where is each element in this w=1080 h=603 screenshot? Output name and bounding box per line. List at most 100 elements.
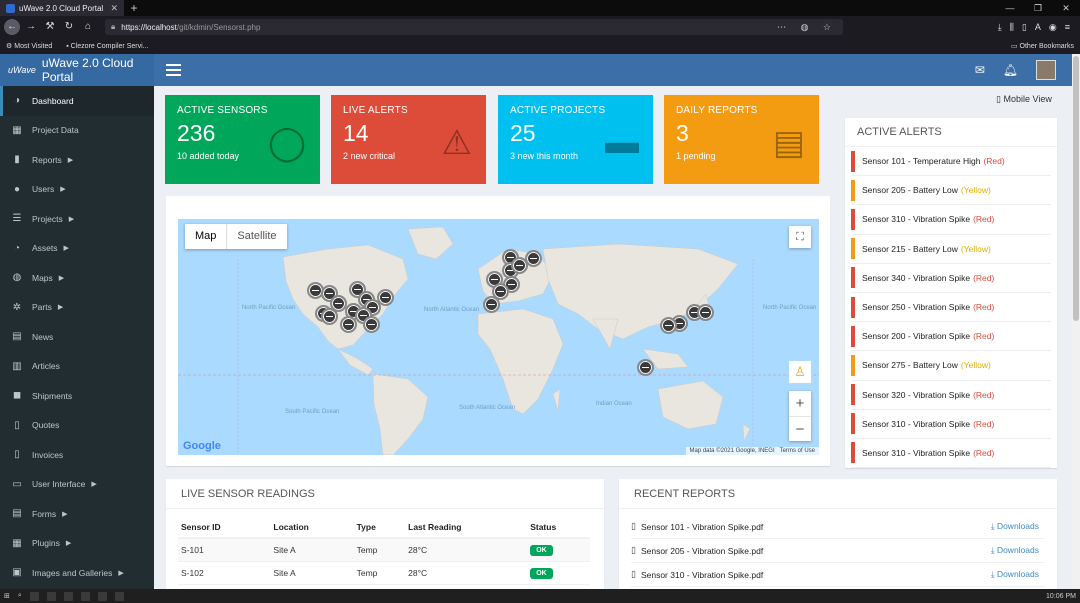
hamburger-menu-icon[interactable] [166, 61, 181, 79]
street-view-icon[interactable]: ♙ [789, 361, 811, 383]
sidebar-item-articles[interactable]: ▥ Articles [0, 352, 154, 382]
taskbar-app-icon[interactable] [97, 591, 107, 601]
bookmark-most-visited[interactable]: ⚙ Most Visited [6, 42, 52, 50]
chevron-right-icon: ▶ [60, 186, 66, 194]
stat-active-sensors[interactable]: ACTIVE SENSORS 236 10 added today ◯ [165, 95, 320, 184]
address-bar[interactable]: 🔒︎ https://localhost /git/kdmin/Sensorst… [105, 19, 843, 35]
bookmark-other[interactable]: ▭ Other Bookmarks [1011, 42, 1074, 50]
sidebar-item-plugins[interactable]: ▦ Plugins ▶ [0, 529, 154, 559]
close-tab-icon[interactable]: ✕ [110, 3, 118, 14]
forward-icon[interactable]: → [23, 19, 39, 35]
taskbar-app-icon[interactable] [46, 591, 56, 601]
map-tab[interactable]: Map [185, 224, 226, 249]
sidebar-item-images-and-galleries[interactable]: ▣ Images and Galleries ▶ [0, 558, 154, 588]
alert-item[interactable]: Sensor 320 - Vibration Spike (Red) [851, 381, 1051, 410]
stat-live-alerts[interactable]: LIVE ALERTS 14 2 new critical ⚠ [331, 95, 486, 184]
zoom-in-button[interactable]: + [789, 391, 811, 416]
satellite-tab[interactable]: Satellite [226, 224, 286, 249]
sidebar-toggle-icon[interactable]: ▯ [1022, 22, 1027, 33]
download-link[interactable]: ⤓ Downloads [991, 521, 1039, 532]
sidebar-item-projects[interactable]: ☰ Projects ▶ [0, 204, 154, 234]
map-terms-link[interactable]: Terms of Use [780, 448, 815, 454]
column-header[interactable]: Type [353, 516, 406, 539]
address-bar-actions-icon[interactable]: ⋯ ◍ ☆ [777, 22, 837, 33]
app-logo[interactable]: uWave uWave 2.0 Cloud Portal [0, 54, 154, 86]
alert-item[interactable]: Sensor 310 - Vibration Spike (Red) [851, 439, 1051, 469]
sidebar-item-dashboard[interactable]: ◑ Dashboard [0, 86, 154, 116]
report-filename[interactable]: Sensor 205 - Vibration Spike.pdf [641, 546, 763, 556]
table-row[interactable]: S-102 Site A Temp 28°C OK [178, 561, 590, 585]
sidebar-item-quotes[interactable]: ▯ Quotes [0, 411, 154, 441]
taskbar-app-icon[interactable] [80, 591, 90, 601]
maximize-icon[interactable]: ❐ [1024, 3, 1052, 14]
zoom-out-button[interactable]: − [789, 416, 811, 441]
download-link[interactable]: ⤓ Downloads [991, 545, 1039, 556]
map-sensor-pin[interactable] [660, 317, 677, 334]
sidebar-item-news[interactable]: ▤ News [0, 322, 154, 352]
alert-item[interactable]: Sensor 215 - Battery Low (Yellow) [851, 235, 1051, 264]
menu-icon[interactable]: ≡ [1065, 22, 1070, 33]
map-sensor-pin[interactable] [363, 316, 380, 333]
windows-start-icon[interactable]: ⊞ [4, 592, 10, 600]
new-tab-button[interactable]: + [124, 1, 144, 15]
minimize-icon[interactable]: — [996, 3, 1024, 14]
reload-icon[interactable]: ↻ [61, 19, 77, 35]
map-sensor-pin[interactable] [511, 257, 528, 274]
sidebar-item-maps[interactable]: ◍ Maps ▶ [0, 263, 154, 293]
library-icon[interactable]: ⫼ [1010, 22, 1014, 33]
sidebar-item-parts[interactable]: ✲ Parts ▶ [0, 293, 154, 323]
column-header[interactable]: Location [270, 516, 354, 539]
sidebar-item-assets[interactable]: ◔ Assets ▶ [0, 234, 154, 264]
sidebar-item-invoices[interactable]: ▯ Invoices [0, 440, 154, 470]
alert-item[interactable]: Sensor 275 - Battery Low (Yellow) [851, 351, 1051, 381]
browser-tab[interactable]: uWave 2.0 Cloud Portal ✕ [0, 0, 124, 16]
alert-item[interactable]: Sensor 310 - Vibration Spike (Red) [851, 205, 1051, 235]
map-sensor-pin[interactable] [637, 359, 654, 376]
download-link[interactable]: ⤓ Downloads [991, 569, 1039, 580]
account-icon[interactable]: ◉ [1049, 22, 1057, 33]
bookmark-clezore[interactable]: ▪ Clezore Compiler Servi... [66, 43, 148, 50]
pdf-icon[interactable]: A [1035, 22, 1041, 33]
column-header[interactable]: Last Reading [405, 516, 528, 539]
tools-icon[interactable]: ⚒ [42, 19, 58, 35]
sidebar-item-forms[interactable]: ▤ Forms ▶ [0, 499, 154, 529]
search-icon[interactable]: ⌕ [18, 592, 22, 600]
alert-item[interactable]: Sensor 310 - Vibration Spike (Red) [851, 410, 1051, 439]
alert-item[interactable]: Sensor 250 - Vibration Spike (Red) [851, 293, 1051, 323]
taskbar-app-icon[interactable] [114, 591, 124, 601]
map-sensor-pin[interactable] [321, 308, 338, 325]
fullscreen-icon[interactable]: ⛶ [789, 226, 811, 248]
envelope-icon[interactable]: ✉ [975, 63, 985, 77]
page-scrollbar[interactable] [1072, 54, 1080, 589]
map-sensor-pin[interactable] [340, 316, 357, 333]
table-row[interactable]: S-101 Site A Temp 28°C OK [178, 538, 590, 562]
stat-active-projects[interactable]: ACTIVE PROJECTS 25 3 new this month ▬ [498, 95, 653, 184]
clock[interactable]: 10:06 PM [1046, 593, 1076, 600]
mobile-view-link[interactable]: ▯ Mobile View [996, 94, 1052, 105]
alert-item[interactable]: Sensor 101 - Temperature High (Red) [851, 147, 1051, 177]
sidebar-item-user-interface[interactable]: ▭ User Interface ▶ [0, 470, 154, 500]
report-filename[interactable]: Sensor 310 - Vibration Spike.pdf [641, 570, 763, 580]
taskbar-app-icon[interactable] [63, 591, 73, 601]
column-header[interactable]: Sensor ID [178, 516, 271, 539]
sidebar-item-shipments[interactable]: ◼ Shipments [0, 381, 154, 411]
back-icon[interactable]: ← [4, 19, 20, 35]
world-map[interactable]: North Pacific Ocean North Pacific Ocean … [178, 219, 819, 455]
map-sensor-pin[interactable] [483, 296, 500, 313]
stat-daily-reports[interactable]: DAILY REPORTS 3 1 pending ▤ [664, 95, 819, 184]
alert-item[interactable]: Sensor 205 - Battery Low (Yellow) [851, 176, 1051, 206]
map-sensor-pin[interactable] [697, 304, 714, 321]
report-filename[interactable]: Sensor 101 - Vibration Spike.pdf [641, 522, 763, 532]
close-window-icon[interactable]: ✕ [1052, 3, 1080, 14]
sidebar-item-project-data[interactable]: ▦ Project Data [0, 116, 154, 146]
sidebar-item-users[interactable]: ● Users ▶ [0, 175, 154, 205]
download-icon[interactable]: ⤓ [998, 22, 1002, 33]
bell-icon[interactable]: 🔔︎ [1003, 63, 1018, 77]
alert-item[interactable]: Sensor 340 - Vibration Spike (Red) [851, 264, 1051, 293]
home-icon[interactable]: ⌂ [80, 19, 96, 35]
sidebar-item-reports[interactable]: ▮ Reports ▶ [0, 145, 154, 175]
taskbar-app-icon[interactable] [29, 591, 39, 601]
avatar[interactable] [1036, 60, 1056, 80]
column-header[interactable]: Status [527, 516, 590, 539]
alert-item[interactable]: Sensor 200 - Vibration Spike (Red) [851, 322, 1051, 352]
